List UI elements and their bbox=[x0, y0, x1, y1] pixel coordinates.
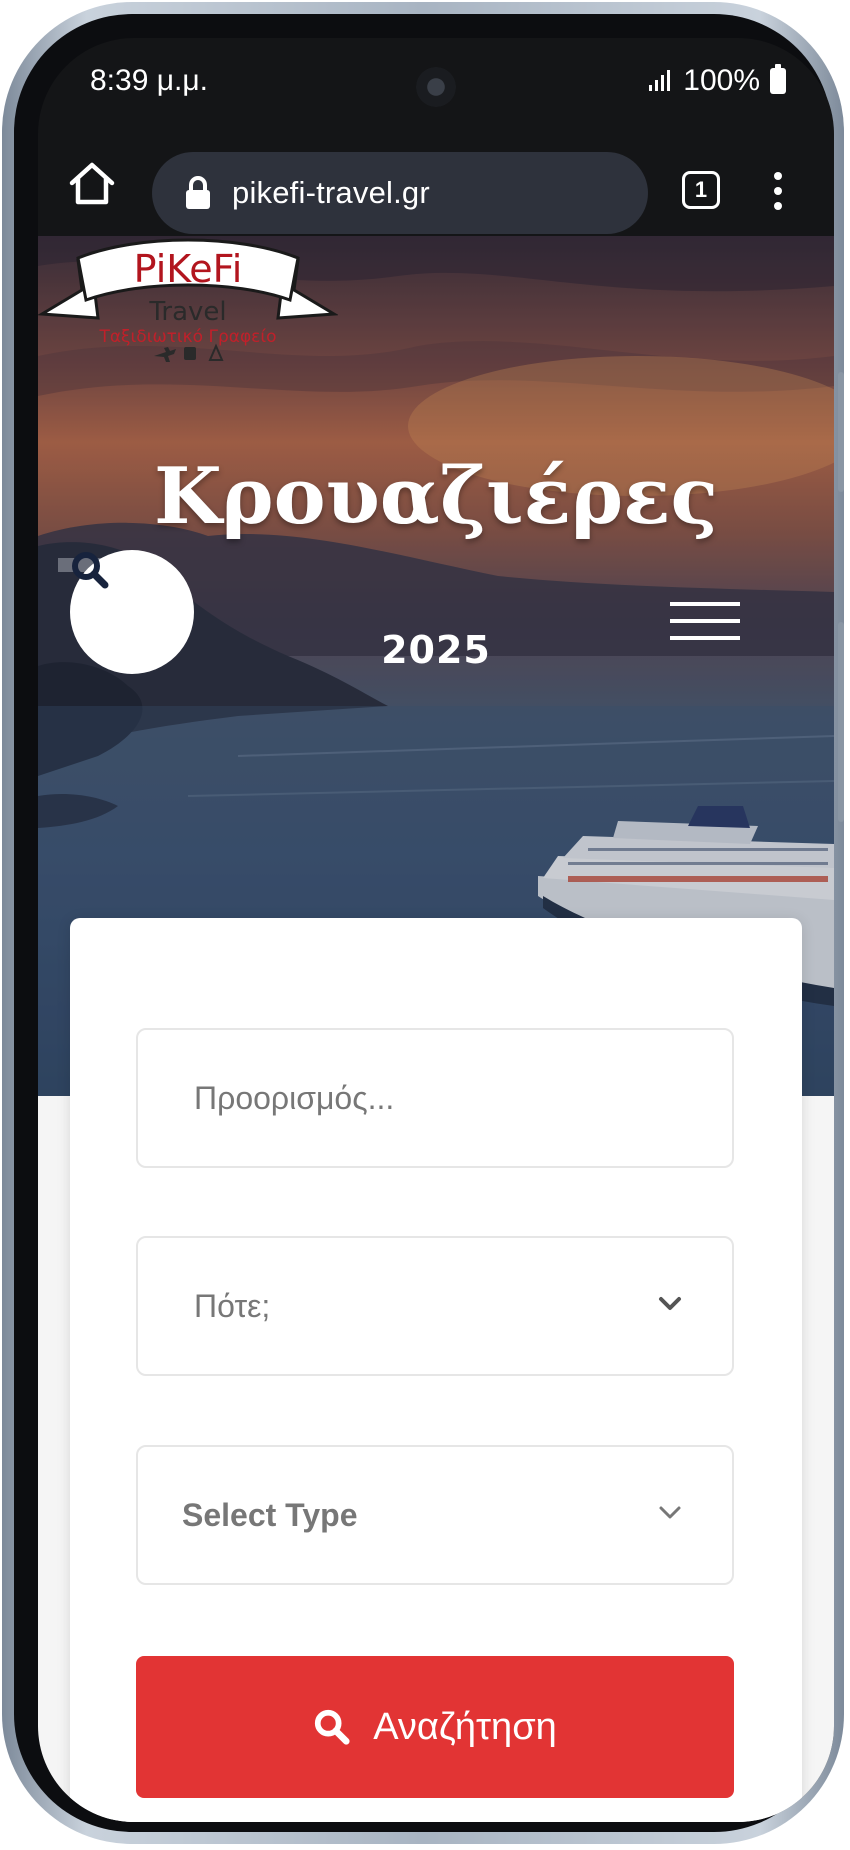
chevron-down-icon bbox=[659, 1506, 681, 1519]
type-select[interactable]: Select Type bbox=[136, 1445, 734, 1585]
pikefi-logo[interactable]: PiKeFi Travel Ταξιδιωτικό Γραφείο bbox=[38, 236, 338, 366]
search-icon bbox=[315, 1709, 350, 1745]
svg-text:Travel: Travel bbox=[148, 297, 226, 327]
home-icon[interactable] bbox=[64, 156, 120, 212]
destination-placeholder: Προορισμός... bbox=[194, 1080, 395, 1116]
front-camera bbox=[416, 67, 456, 107]
search-submit-button[interactable]: Αναζήτηση bbox=[136, 1656, 734, 1798]
hero-title: Κρουαζιέρες bbox=[154, 451, 718, 542]
when-select-value: Πότε; bbox=[194, 1288, 271, 1324]
battery-icon bbox=[770, 64, 786, 94]
search-toggle-button[interactable] bbox=[70, 550, 194, 674]
url-text: pikefi-travel.gr bbox=[232, 175, 430, 210]
svg-text:PiKeFi: PiKeFi bbox=[134, 247, 243, 291]
tabs-button[interactable]: 1 bbox=[682, 171, 720, 209]
screen: 8:39 μ.μ. 100% pikefi-travel.gr 1 PiKeFi… bbox=[38, 38, 834, 1822]
search-form-card: Προορισμός... Πότε; Select Type Αναζήτησ… bbox=[70, 918, 802, 1822]
tab-count: 1 bbox=[694, 177, 708, 202]
battery-percent: 100% bbox=[683, 64, 760, 97]
web-page: PiKeFi Travel Ταξιδιωτικό Γραφείο Κρουαζ… bbox=[38, 236, 834, 1822]
phone-frame: 8:39 μ.μ. 100% pikefi-travel.gr 1 PiKeFi… bbox=[2, 2, 844, 1844]
status-time: 8:39 μ.μ. bbox=[90, 64, 208, 97]
search-icon bbox=[72, 552, 109, 589]
power-button bbox=[838, 622, 844, 822]
phone-body: 8:39 μ.μ. 100% pikefi-travel.gr 1 PiKeFi… bbox=[14, 14, 834, 1832]
browser-toolbar: pikefi-travel.gr 1 bbox=[38, 134, 834, 236]
more-vert-icon[interactable] bbox=[770, 172, 786, 214]
status-icons: 100% bbox=[647, 64, 786, 98]
chevron-down-icon bbox=[659, 1297, 681, 1310]
hamburger-menu-icon[interactable] bbox=[670, 602, 740, 644]
svg-text:Ταξιδιωτικό Γραφείο: Ταξιδιωτικό Γραφείο bbox=[98, 327, 276, 347]
lock-icon bbox=[186, 176, 210, 209]
destination-input[interactable]: Προορισμός... bbox=[136, 1028, 734, 1168]
status-bar: 8:39 μ.μ. 100% bbox=[38, 38, 834, 134]
search-submit-label: Αναζήτηση bbox=[373, 1705, 557, 1748]
when-select[interactable]: Πότε; bbox=[136, 1236, 734, 1376]
type-select-value: Select Type bbox=[182, 1497, 358, 1533]
volume-button bbox=[838, 372, 844, 492]
address-bar[interactable]: pikefi-travel.gr bbox=[152, 152, 648, 234]
signal-icon bbox=[649, 70, 671, 91]
